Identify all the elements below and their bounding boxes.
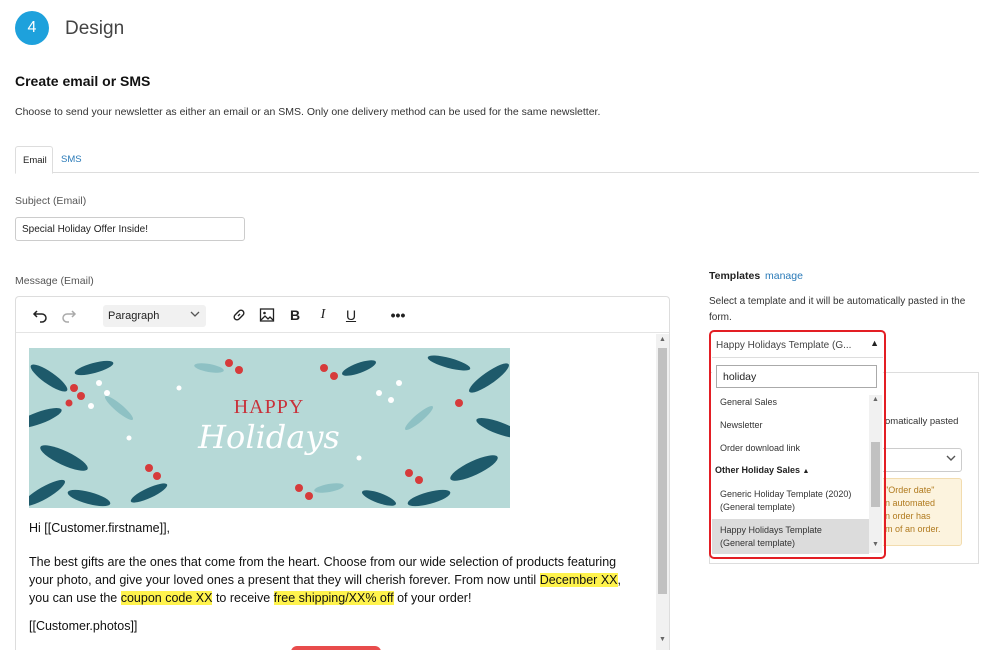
- background-panel-text: omatically pasted: [885, 416, 959, 427]
- happy-holidays-banner-image: HAPPY Holidays: [29, 348, 510, 508]
- editor-scroll-thumb[interactable]: [658, 348, 667, 594]
- subject-label: Subject (Email): [15, 195, 87, 207]
- format-value: Paragraph: [108, 310, 160, 322]
- list-item[interactable]: Newsletter: [712, 419, 869, 432]
- scroll-up-icon[interactable]: ▲: [658, 336, 667, 343]
- templates-description: Select a template and it will be automat…: [709, 296, 966, 323]
- photos-placeholder: [[Customer.photos]]: [29, 619, 138, 633]
- message-label: Message (Email): [15, 275, 94, 287]
- editor-scrollbar[interactable]: ▲ ▼: [656, 334, 669, 650]
- greeting-line: Hi [[Customer.firstname]],: [29, 521, 171, 535]
- banner-title-holidays: Holidays: [197, 418, 340, 456]
- list-group-header: Other Holiday Sales ▲: [715, 465, 810, 475]
- message-editor: Paragraph B I U ••• HAPPY Holidays Hi [[…: [15, 296, 670, 650]
- template-dropdown-list: holiday General Sales Newsletter Order d…: [712, 357, 883, 556]
- list-item[interactable]: General Sales: [712, 396, 869, 409]
- banner-title-happy: HAPPY: [234, 396, 305, 418]
- editor-content[interactable]: HAPPY Holidays Hi [[Customer.firstname]]…: [16, 334, 656, 650]
- redo-icon[interactable]: [59, 305, 79, 325]
- more-options-icon[interactable]: •••: [388, 305, 408, 325]
- highlight-date: December XX: [539, 573, 618, 587]
- warning-box: "Order date" n automated n order has m o…: [880, 478, 962, 546]
- highlight-shipping: free shipping/XX% off: [273, 591, 394, 605]
- template-search-input[interactable]: holiday: [716, 365, 877, 388]
- paragraph-format-select[interactable]: Paragraph: [103, 305, 206, 327]
- chevron-down-icon: [945, 452, 957, 467]
- delivery-tabs: Email SMS: [15, 146, 979, 174]
- templates-title: Templates: [709, 270, 761, 282]
- template-select-value: Happy Holidays Template (G...: [716, 339, 852, 351]
- section-description: Choose to send your newsletter as either…: [15, 106, 601, 118]
- subject-input[interactable]: [15, 217, 245, 241]
- scroll-up-icon[interactable]: ▲: [871, 396, 880, 403]
- templates-manage-link[interactable]: manage: [765, 270, 803, 282]
- italic-icon[interactable]: I: [313, 305, 333, 325]
- link-icon[interactable]: [229, 305, 249, 325]
- dropdown-scrollbar[interactable]: ▲ ▼: [869, 395, 882, 553]
- list-item-selected[interactable]: Happy Holidays Template (General templat…: [712, 519, 869, 554]
- editor-toolbar: Paragraph B I U •••: [16, 297, 669, 333]
- tab-email[interactable]: Email: [15, 146, 53, 174]
- scroll-down-icon[interactable]: ▼: [658, 636, 667, 643]
- step-title: Design: [65, 18, 125, 39]
- cta-button-peek[interactable]: [291, 646, 381, 650]
- caret-up-icon: ▲: [802, 468, 810, 475]
- chevron-down-icon: [190, 309, 200, 322]
- scroll-down-icon[interactable]: ▼: [871, 541, 880, 548]
- dropdown-scroll-thumb[interactable]: [871, 442, 880, 507]
- bold-icon[interactable]: B: [285, 305, 305, 325]
- section-title: Create email or SMS: [15, 73, 151, 89]
- list-item[interactable]: Order download link: [712, 442, 869, 455]
- template-select[interactable]: Happy Holidays Template (G... ▲: [712, 334, 883, 356]
- message-paragraph: The best gifts are the ones that come fr…: [29, 555, 621, 605]
- undo-icon[interactable]: [30, 305, 50, 325]
- list-item[interactable]: Generic Holiday Template (2020) (General…: [712, 488, 869, 514]
- step-number-badge: 4: [15, 11, 49, 45]
- caret-up-icon: ▲: [870, 338, 879, 348]
- image-icon[interactable]: [257, 305, 277, 325]
- background-select[interactable]: [880, 448, 962, 472]
- underline-icon[interactable]: U: [341, 305, 361, 325]
- highlight-coupon: coupon code XX: [120, 591, 213, 605]
- tab-sms[interactable]: SMS: [54, 146, 89, 173]
